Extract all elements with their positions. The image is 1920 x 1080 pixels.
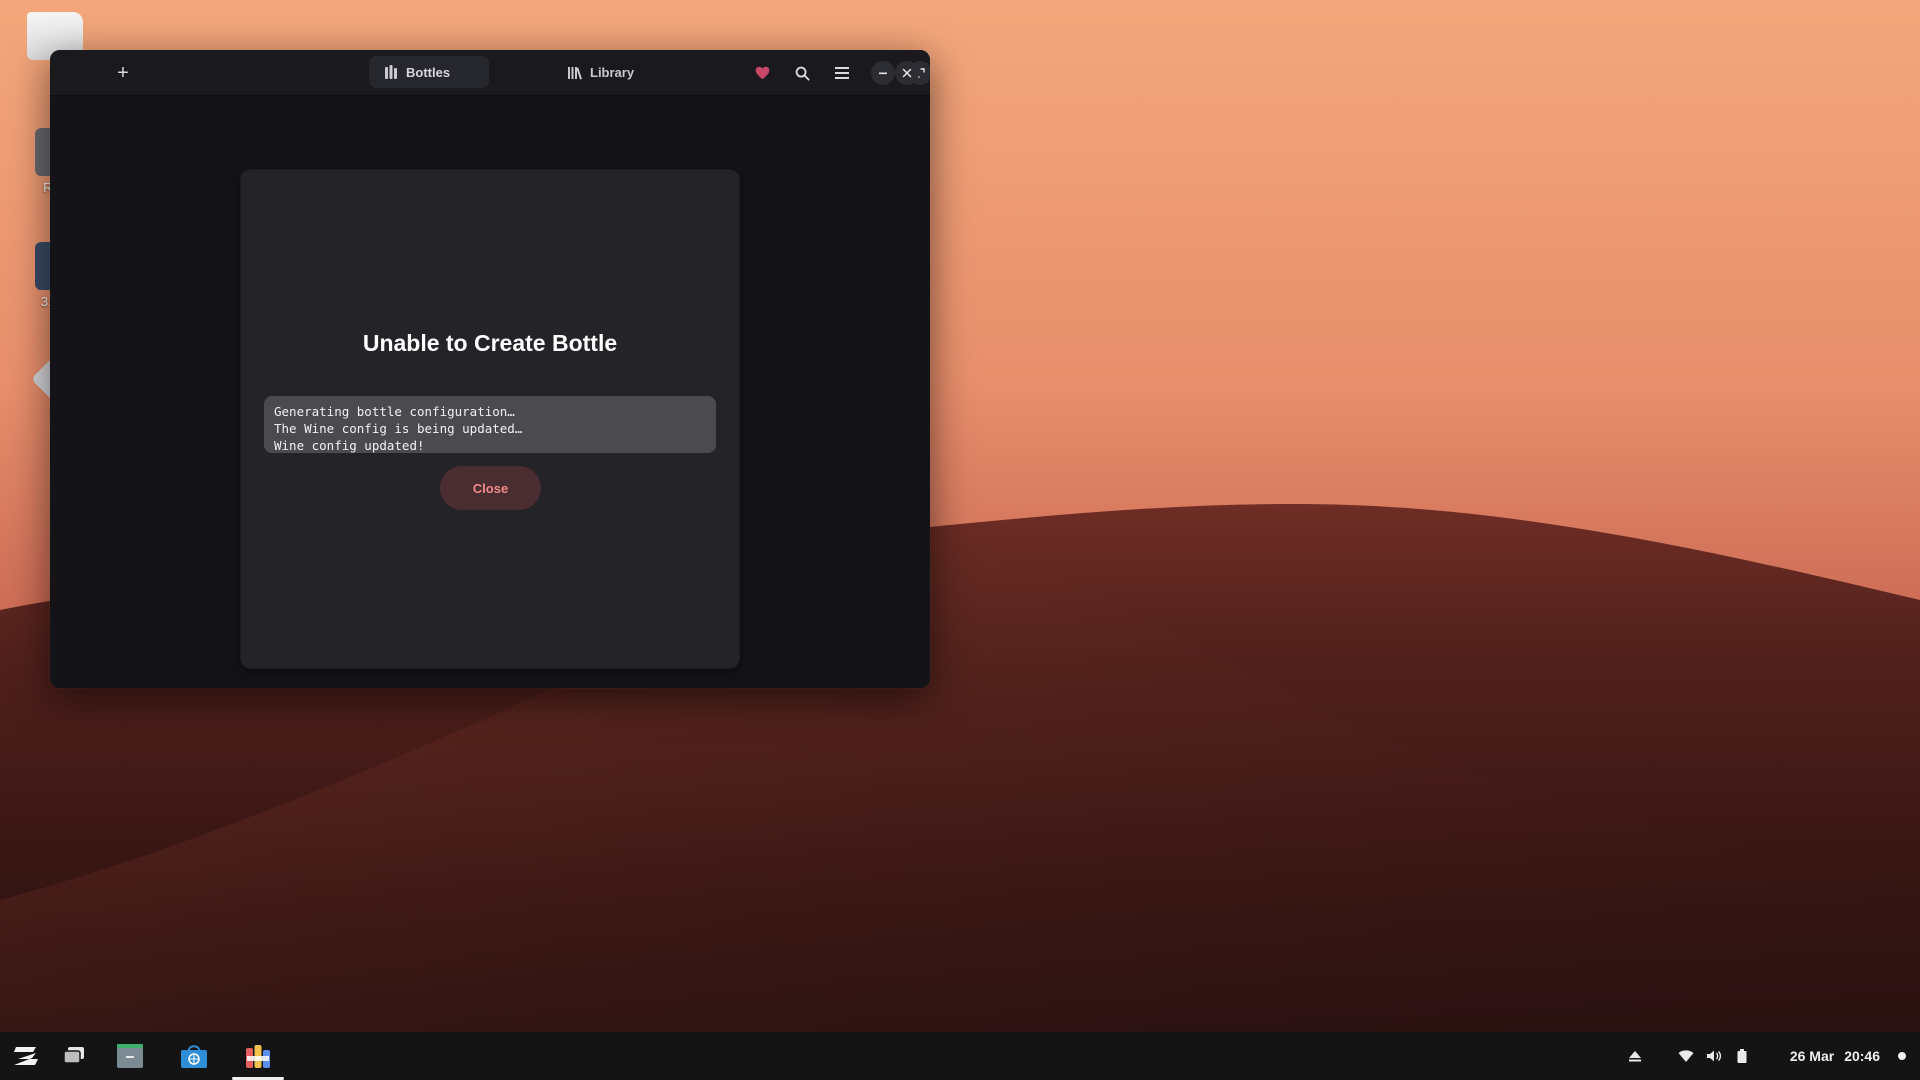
tab-label: Library [590, 64, 635, 80]
taskbar-software-store[interactable] [168, 1036, 220, 1076]
volume-icon [1707, 1050, 1722, 1062]
header-bar: + Bottles Library [50, 50, 930, 96]
log-line: Wine config updated! [274, 438, 425, 453]
eject-button[interactable] [1628, 1032, 1642, 1080]
donate-button[interactable] [747, 58, 777, 88]
log-line: Generating bottle configuration… [274, 404, 515, 419]
log-output[interactable]: Generating bottle configuration… The Win… [264, 396, 716, 453]
battery-icon [1737, 1049, 1747, 1063]
bottles-icon [385, 65, 397, 79]
taskbar: 26 Mar 20:46 [0, 1032, 1920, 1080]
clock-time: 20:46 [1844, 1048, 1880, 1064]
zorin-menu-button[interactable] [0, 1036, 52, 1076]
tab-label: Bottles [406, 64, 451, 80]
clock[interactable]: 26 Mar 20:46 [1790, 1032, 1880, 1080]
workspaces-button[interactable] [48, 1036, 100, 1076]
window-close-button[interactable] [895, 61, 919, 85]
tab-library[interactable]: Library [553, 56, 648, 88]
new-bottle-button[interactable]: + [108, 58, 138, 88]
log-line: The Wine config is being updated… [274, 421, 523, 436]
volume-control[interactable] [1706, 1032, 1722, 1080]
taskbar-files[interactable] [104, 1036, 156, 1076]
clock-date: 26 Mar [1789, 1048, 1835, 1064]
bottles-app-icon [246, 1045, 270, 1068]
network-status[interactable] [1678, 1032, 1694, 1080]
minimize-button[interactable] [871, 61, 895, 85]
library-icon [568, 67, 582, 80]
workspaces-icon [63, 1047, 84, 1064]
notification-dot-icon [1898, 1052, 1906, 1060]
heart-icon [755, 66, 769, 80]
store-icon [181, 1045, 207, 1068]
battery-status[interactable] [1737, 1032, 1747, 1080]
files-icon [117, 1044, 143, 1068]
notification-indicator[interactable] [1898, 1032, 1906, 1080]
plus-icon: + [117, 62, 129, 84]
search-button[interactable] [787, 58, 817, 88]
eject-icon [1629, 1051, 1641, 1062]
taskbar-bottles[interactable] [232, 1036, 284, 1080]
bottles-window: + Bottles Library Unable to Create Bottl… [50, 50, 930, 688]
zorin-logo-icon [14, 1047, 38, 1065]
error-dialog: Unable to Create Bottle Generating bottl… [241, 170, 739, 668]
close-icon [902, 68, 912, 78]
window-content: Unable to Create Bottle Generating bottl… [50, 96, 930, 688]
wifi-icon [1678, 1050, 1694, 1062]
main-menu-button[interactable] [827, 58, 857, 88]
dialog-title: Unable to Create Bottle [362, 330, 618, 356]
minimize-icon [879, 72, 887, 75]
tab-bottles[interactable]: Bottles [369, 56, 489, 88]
close-button[interactable]: Close [440, 466, 541, 510]
search-icon [795, 66, 810, 81]
menu-icon [835, 67, 849, 79]
